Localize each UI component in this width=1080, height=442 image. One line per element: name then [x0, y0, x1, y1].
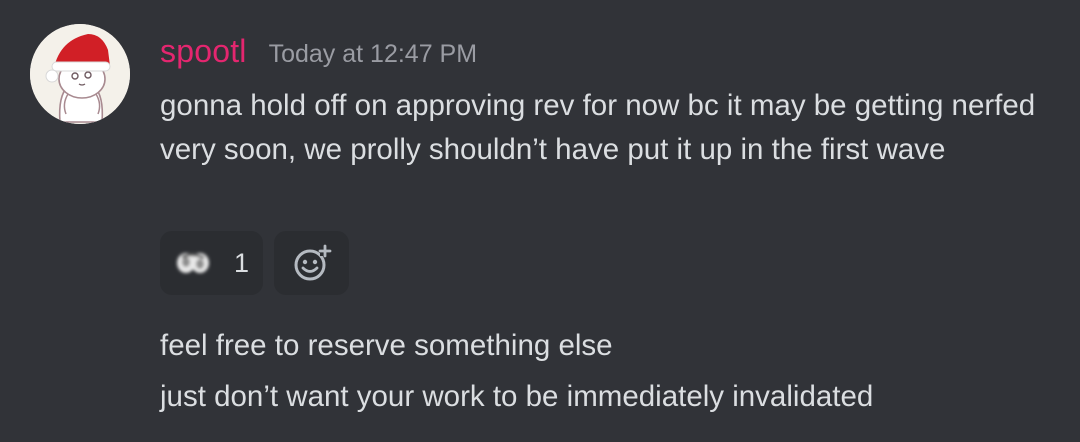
reaction-count: 1: [234, 247, 250, 278]
chat-message: spootl Today at 12:47 PM gonna hold off …: [0, 0, 1080, 442]
reaction-pill[interactable]: 1: [160, 231, 263, 295]
followup-message: feel free to reserve something else: [160, 329, 613, 362]
message-header: spootl Today at 12:47 PM: [160, 33, 477, 70]
santa-hat-character-icon: [30, 24, 130, 124]
add-reaction-button[interactable]: [274, 231, 349, 295]
custom-blurred-emoji-icon: [177, 253, 209, 273]
reactions-bar: 1: [160, 231, 349, 295]
username[interactable]: spootl: [160, 33, 247, 70]
message-content: gonna hold off on approving rev for now …: [160, 89, 1036, 166]
timestamp[interactable]: Today at 12:47 PM: [269, 40, 477, 69]
add-reaction-icon: [294, 244, 331, 281]
avatar[interactable]: [30, 24, 130, 124]
followup-message: just don’t want your work to be immediat…: [160, 380, 874, 413]
